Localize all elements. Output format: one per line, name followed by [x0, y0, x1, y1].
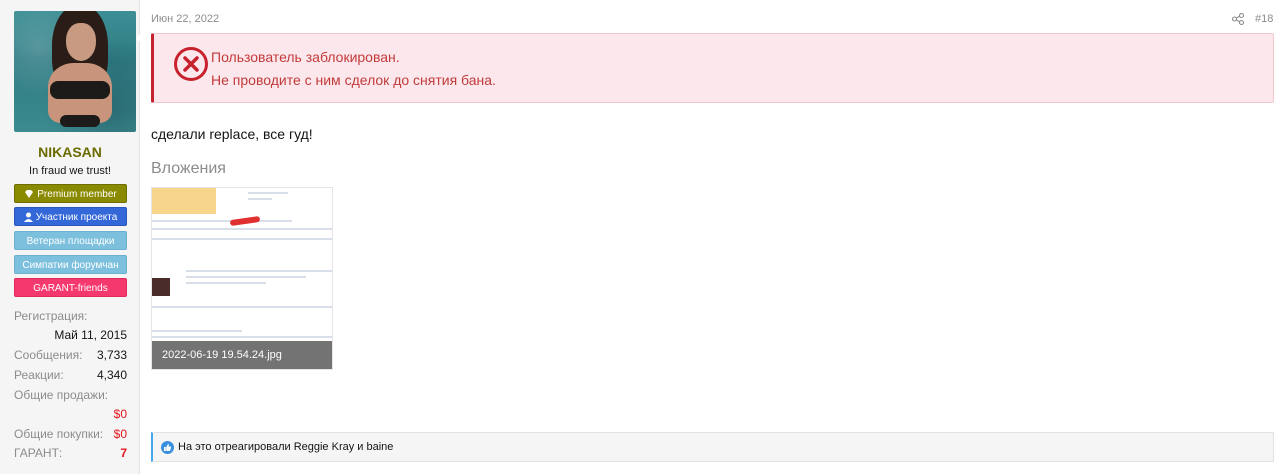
stat-value: $0 [113, 407, 127, 421]
reactions-text[interactable]: На это отреагировали Reggie Kray и baine [178, 441, 393, 453]
ban-notice: Пользователь заблокирован. Не проводите … [151, 33, 1274, 103]
attachments-title: Вложения [151, 160, 226, 177]
banner-label: Premium member [37, 189, 117, 200]
stat-reactions: Реакции: 4,340 [14, 368, 127, 382]
ban-icon [174, 47, 208, 81]
ban-notice-line2: Не проводите с ним сделок до снятия бана… [211, 72, 496, 88]
stat-messages: Сообщения: 3,733 [14, 348, 127, 362]
avatar-pointer [136, 30, 144, 46]
reactions-bar: На это отреагировали Reggie Kray и baine [151, 432, 1274, 462]
post-number[interactable]: #18 [1255, 13, 1273, 25]
stat-label: Регистрация: [14, 309, 88, 323]
post-message: сделали replace, все гуд! [151, 126, 313, 142]
user-sidebar: NIKASAN In fraud we trust! Premium membe… [0, 0, 144, 474]
username[interactable]: NIKASAN [0, 144, 140, 160]
banner-premium-member: Premium member [14, 184, 127, 203]
stat-value: 4,340 [96, 368, 127, 382]
attachment-filename[interactable]: 2022-06-19 19.54.24.jpg [152, 341, 332, 369]
banner-label: Ветеран площадки [26, 236, 115, 247]
diamond-icon [25, 190, 34, 198]
stat-label: Общие покупки: [14, 427, 104, 441]
banner-project-member: Участник проекта [14, 207, 127, 226]
stat-label: Реакции: [14, 368, 64, 382]
banner-label: Участник проекта [35, 212, 118, 223]
banner-garant-friends: GARANT-friends [14, 278, 127, 297]
post-date[interactable]: Июн 22, 2022 [151, 13, 219, 25]
banner-sympathies: Симпатии форумчан [14, 255, 127, 274]
user-title: In fraud we trust! [29, 165, 111, 177]
stat-label: ГАРАНТ: [14, 446, 63, 460]
like-icon [161, 441, 174, 454]
stat-value: Май 11, 2015 [54, 328, 127, 342]
stat-value: 7 [120, 446, 127, 460]
stat-label: Сообщения: [14, 348, 83, 362]
ban-notice-line1: Пользователь заблокирован. [211, 49, 400, 65]
share-icon[interactable] [1232, 13, 1244, 25]
user-icon [23, 212, 33, 222]
avatar[interactable] [14, 11, 136, 132]
stat-purchases: Общие покупки: $0 [14, 427, 127, 441]
stat-garant: ГАРАНТ: 7 [14, 446, 127, 460]
stat-sales: Общие продажи: [14, 388, 127, 402]
stat-label: Общие продажи: [14, 388, 109, 402]
banner-label: GARANT-friends [33, 283, 108, 294]
banner-label: Симпатии форумчан [22, 260, 119, 271]
forum-post: NIKASAN In fraud we trust! Premium membe… [0, 0, 1280, 474]
stat-value: 3,733 [96, 348, 127, 362]
attachment-thumbnail[interactable]: 2022-06-19 19.54.24.jpg [151, 187, 333, 370]
banner-veteran: Ветеран площадки [14, 231, 127, 250]
stat-value: $0 [113, 427, 127, 441]
stat-registration: Регистрация: [14, 309, 127, 323]
